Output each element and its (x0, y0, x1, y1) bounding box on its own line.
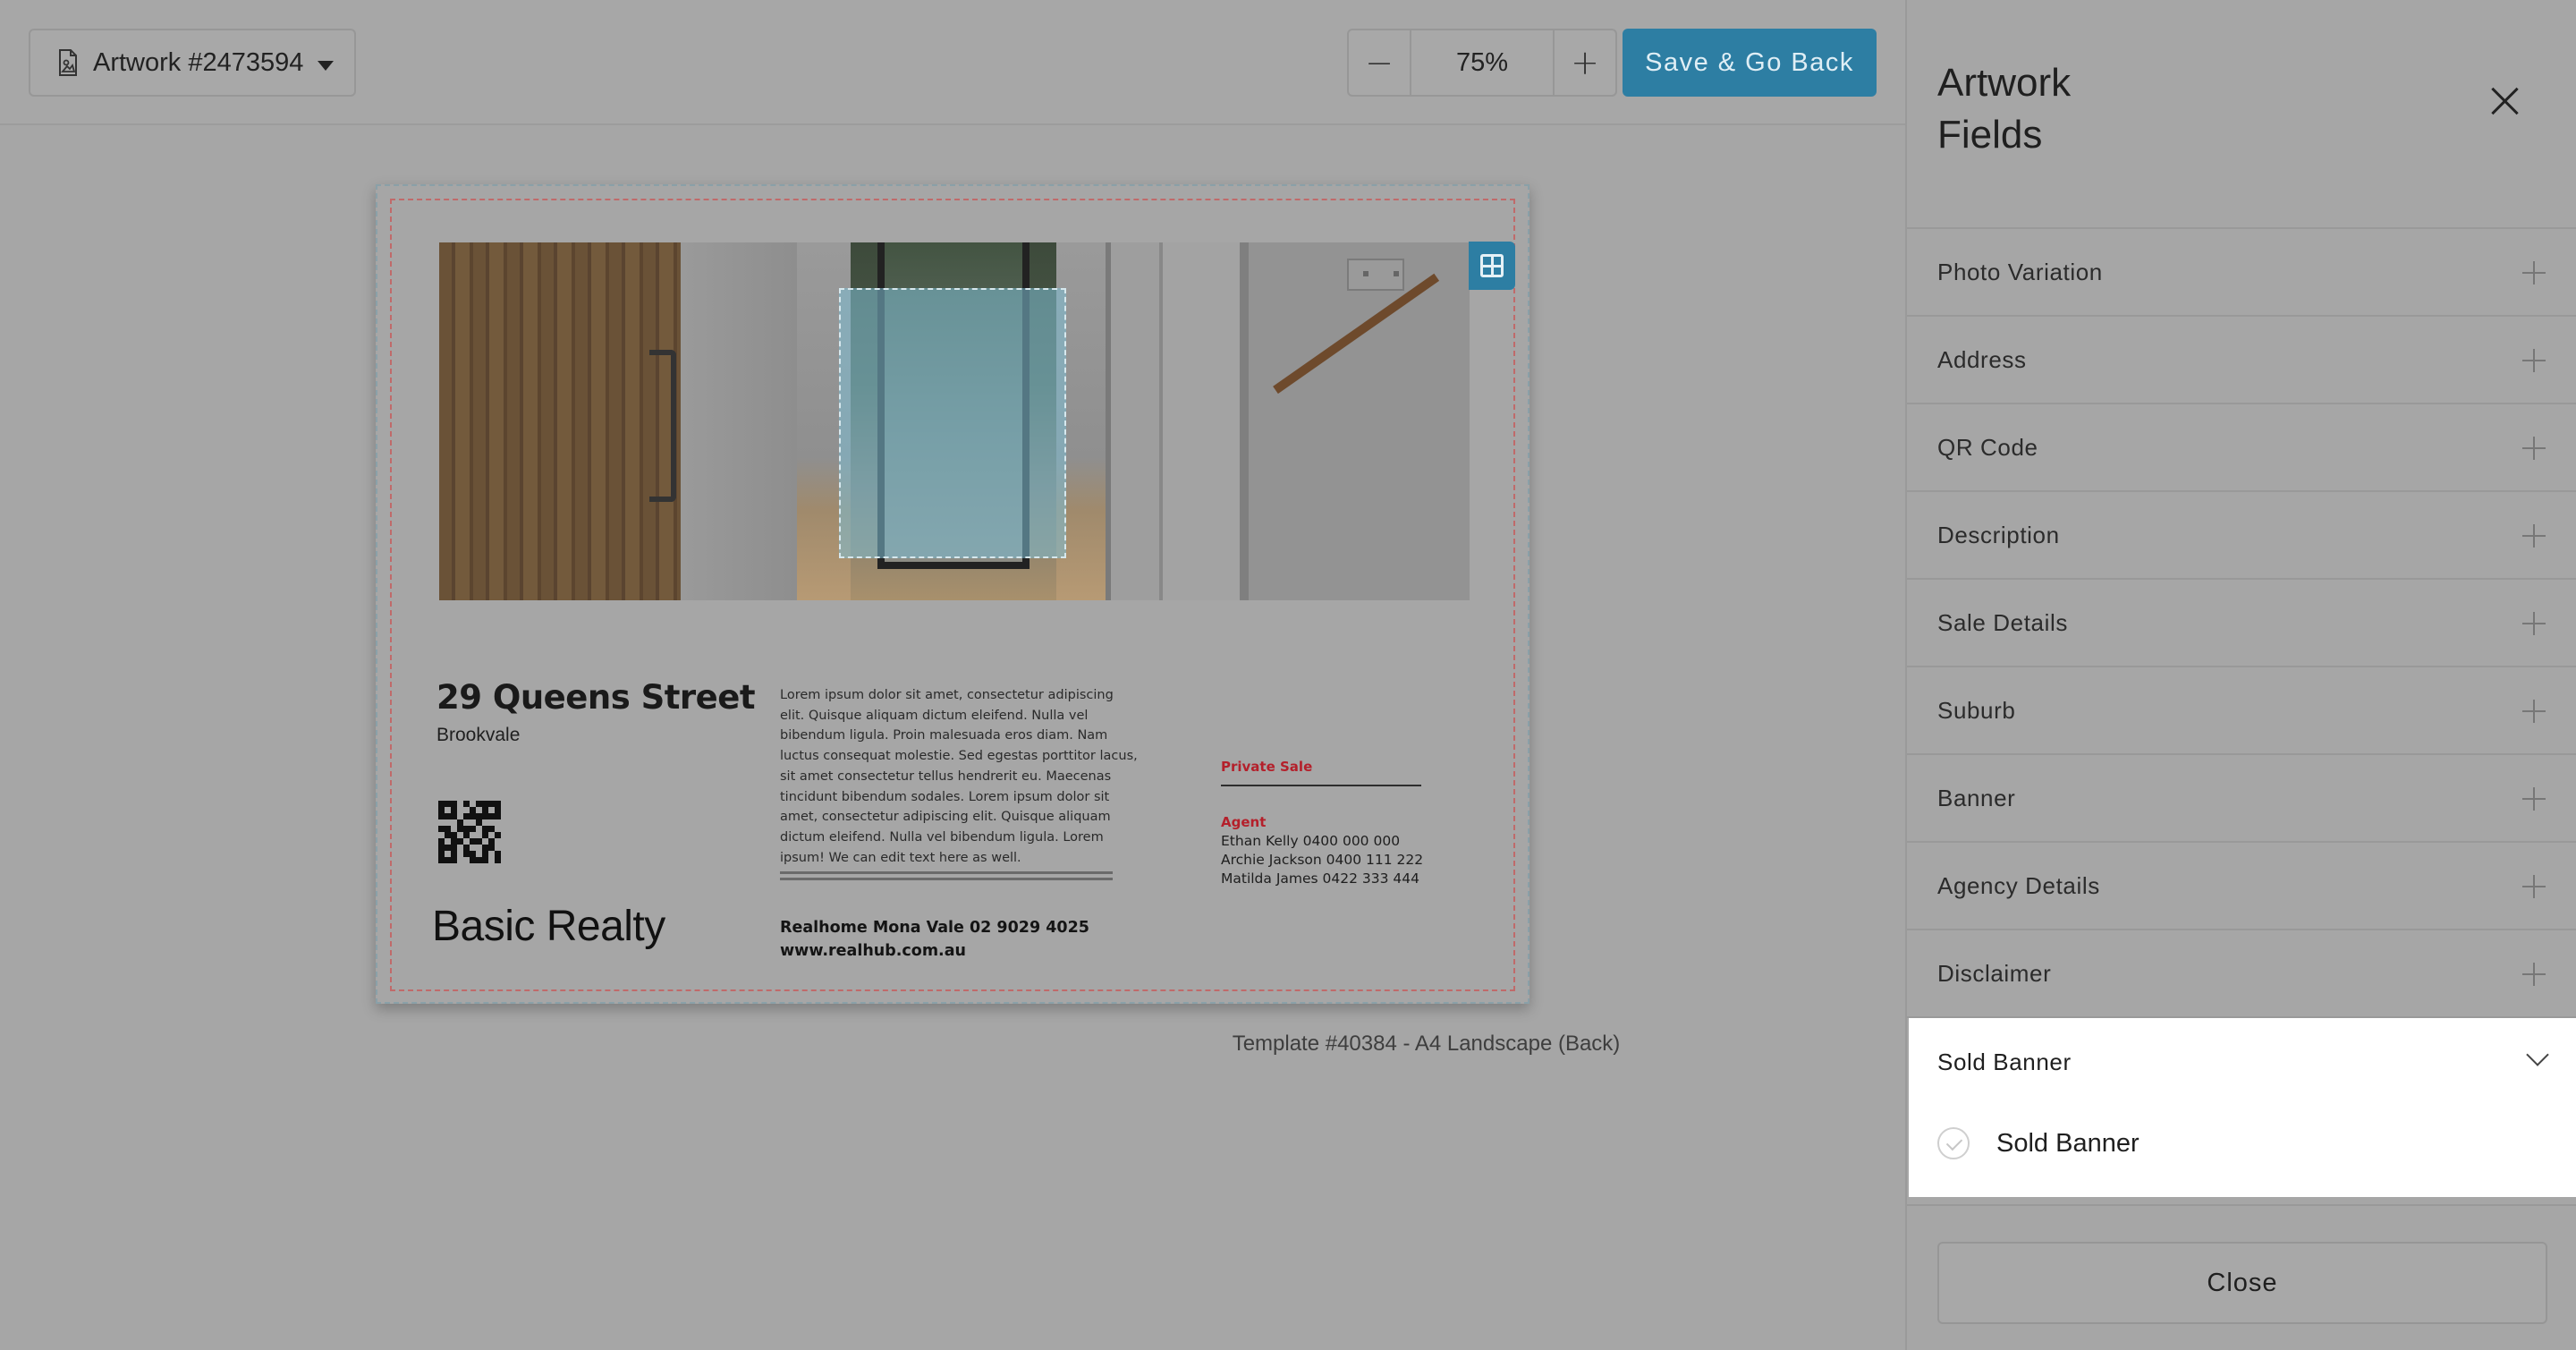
plus-icon (2522, 963, 2546, 986)
zoom-in-button[interactable]: + (1553, 30, 1615, 95)
sold-banner-header[interactable]: Sold Banner (1937, 1049, 2072, 1076)
field-label: Agency Details (1937, 871, 2100, 899)
agency-details-website[interactable]: www.realhub.com.au (780, 942, 966, 960)
plus-icon (2522, 700, 2546, 723)
agent-label: Agent (1221, 814, 1267, 830)
field-label: Address (1937, 345, 2027, 373)
field-row-qr-code[interactable]: QR Code (1907, 404, 2576, 492)
sold-banner-option[interactable]: Sold Banner (1937, 1127, 2140, 1159)
plus-icon (2522, 787, 2546, 811)
field-row-description[interactable]: Description (1907, 492, 2576, 580)
sold-banner-option-label: Sold Banner (1996, 1128, 2140, 1158)
grid-frame-icon[interactable] (1469, 242, 1515, 290)
plus-icon (2522, 349, 2546, 372)
agency-logo: Basic Realty (432, 903, 665, 950)
check-circle-icon[interactable] (1937, 1127, 1970, 1159)
chevron-down-icon[interactable] (2526, 1043, 2549, 1066)
editor-toolbar: Artwork #2473594 − 75% + Save & Go Back (0, 0, 1905, 125)
plus-icon (2522, 612, 2546, 635)
panel-footer: Close (1907, 1204, 2576, 1350)
photo-door (439, 242, 681, 600)
field-label: Suburb (1937, 696, 2016, 724)
minus-icon: − (1365, 43, 1394, 82)
template-caption: Template #40384 - A4 Landscape (Back) (0, 1032, 1905, 1057)
field-label: Sale Details (1937, 608, 2068, 636)
artwork-fields-panel: Artwork Fields Photo Variation Address Q… (1905, 0, 2576, 1350)
field-list: Photo Variation Address QR Code Descript… (1907, 227, 2576, 1018)
panel-title: Artwork Fields (1937, 61, 2072, 157)
zoom-out-button[interactable]: − (1349, 30, 1411, 95)
field-label: Banner (1937, 784, 2016, 811)
field-row-photo-variation[interactable]: Photo Variation (1907, 229, 2576, 317)
sale-divider (1221, 785, 1421, 786)
photo-wall (681, 242, 797, 600)
field-label: Photo Variation (1937, 258, 2103, 285)
agent-line: Matilda James 0422 333 444 (1221, 870, 1420, 887)
field-row-agency-details[interactable]: Agency Details (1907, 843, 2576, 930)
plus-icon (2522, 261, 2546, 284)
close-button[interactable]: Close (1937, 1242, 2547, 1324)
artwork-description[interactable]: Lorem ipsum dolor sit amet, consectetur … (780, 685, 1138, 868)
artwork-suburb[interactable]: Brookvale (436, 725, 520, 746)
sale-details[interactable]: Private Sale (1221, 759, 1312, 775)
field-label: Description (1937, 521, 2060, 548)
editor-area: Artwork #2473594 − 75% + Save & Go Back … (0, 0, 1905, 1350)
plus-icon (2522, 875, 2546, 898)
agent-line: Ethan Kelly 0400 000 000 (1221, 833, 1401, 849)
plus-icon (2522, 524, 2546, 548)
artwork-selector[interactable]: Artwork #2473594 (29, 29, 356, 97)
photo-interior-door (1106, 242, 1249, 600)
photo-stair-rail (1249, 242, 1470, 600)
zoom-level[interactable]: 75% (1411, 30, 1553, 95)
template-caption-text: Template #40384 - A4 Landscape (Back) (1232, 1032, 1621, 1056)
document-icon (59, 49, 77, 76)
save-and-go-back-button[interactable]: Save & Go Back (1623, 29, 1877, 97)
field-row-address[interactable]: Address (1907, 317, 2576, 404)
field-row-suburb[interactable]: Suburb (1907, 667, 2576, 755)
field-row-disclaimer[interactable]: Disclaimer (1907, 930, 2576, 1018)
qr-code[interactable] (438, 801, 501, 863)
plus-icon (2522, 437, 2546, 460)
plus-icon: + (1571, 43, 1599, 82)
zoom-control: − 75% + (1347, 29, 1617, 97)
artwork-address[interactable]: 29 Queens Street (436, 678, 756, 717)
selection-highlight[interactable] (839, 288, 1066, 558)
field-row-sale-details[interactable]: Sale Details (1907, 580, 2576, 667)
sold-banner-section: Sold Banner Sold Banner (1909, 1018, 2576, 1197)
caret-down-icon (318, 60, 335, 71)
agent-line: Archie Jackson 0400 111 222 (1221, 852, 1424, 868)
close-icon[interactable] (2490, 86, 2521, 116)
field-row-banner[interactable]: Banner (1907, 755, 2576, 843)
field-label: Disclaimer (1937, 959, 2052, 987)
agency-details-phone[interactable]: Realhome Mona Vale 02 9029 4025 (780, 919, 1089, 937)
artwork-selector-label: Artwork #2473594 (93, 47, 304, 77)
field-label: QR Code (1937, 433, 2038, 461)
disclaimer-text[interactable] (780, 871, 1113, 884)
